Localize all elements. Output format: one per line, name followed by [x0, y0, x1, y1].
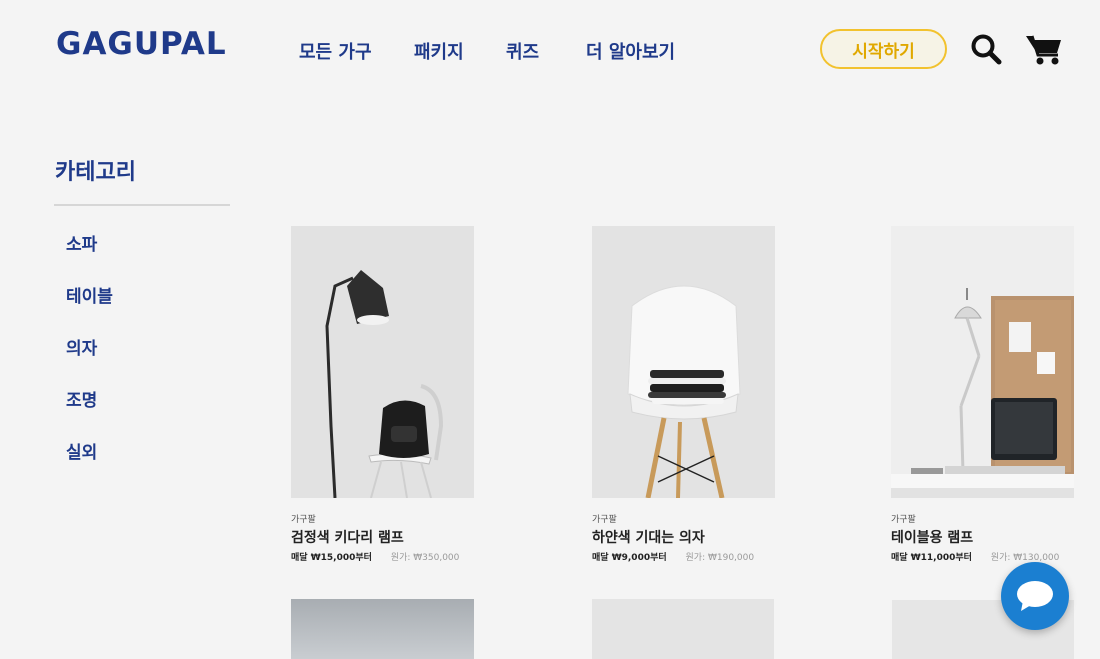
monthly-price: 매달 ₩15,000부터	[291, 553, 372, 563]
sidebar-item-table[interactable]: 테이블	[66, 282, 113, 307]
product-name[interactable]: 테이블용 램프	[891, 527, 1076, 547]
start-button[interactable]: 시작하기	[820, 29, 947, 69]
product-name[interactable]: 하얀색 기대는 의자	[592, 527, 777, 547]
nav-learn-more[interactable]: 더 알아보기	[586, 38, 675, 64]
monthly-price: 매달 ₩9,000부터	[592, 553, 667, 563]
monthly-price: 매달 ₩11,000부터	[891, 553, 972, 563]
product-card[interactable]: 가구팔 테이블용 램프 매달 ₩11,000부터 원가: ₩130,000	[891, 226, 1076, 563]
sidebar-item-sofa[interactable]: 소파	[66, 230, 97, 255]
original-price: 원가: ₩190,000	[685, 553, 755, 563]
product-brand: 가구팔	[592, 515, 617, 525]
sidebar-divider	[54, 204, 230, 206]
product-brand: 가구팔	[291, 515, 316, 525]
product-image[interactable]	[592, 226, 775, 498]
product-card[interactable]: 가구팔 하얀색 기대는 의자 매달 ₩9,000부터 원가: ₩190,000	[592, 226, 777, 563]
nav-packages[interactable]: 패키지	[414, 38, 464, 64]
search-icon[interactable]	[970, 33, 1002, 69]
original-price: 원가: ₩350,000	[390, 553, 460, 563]
original-price: 원가: ₩130,000	[990, 553, 1060, 563]
product-image[interactable]	[291, 226, 474, 498]
sidebar-item-outdoor[interactable]: 실외	[66, 438, 97, 463]
nav-quiz[interactable]: 퀴즈	[506, 38, 539, 64]
nav-all-furniture[interactable]: 모든 가구	[299, 38, 372, 64]
cart-icon[interactable]	[1025, 33, 1063, 71]
chat-button[interactable]	[1001, 562, 1069, 630]
logo[interactable]: GAGUPAL	[56, 26, 227, 62]
product-brand: 가구팔	[891, 515, 916, 525]
sidebar-item-chair[interactable]: 의자	[66, 334, 97, 359]
sidebar-title: 카테고리	[55, 160, 136, 185]
product-image[interactable]	[291, 599, 474, 659]
product-image[interactable]	[592, 599, 774, 659]
sidebar-item-lighting[interactable]: 조명	[66, 386, 97, 411]
chat-bubble-icon	[1017, 581, 1053, 611]
product-card[interactable]: 가구팔 검정색 키다리 램프 매달 ₩15,000부터 원가: ₩350,000	[291, 226, 476, 563]
product-name[interactable]: 검정색 키다리 램프	[291, 527, 476, 547]
product-image[interactable]	[891, 226, 1074, 498]
